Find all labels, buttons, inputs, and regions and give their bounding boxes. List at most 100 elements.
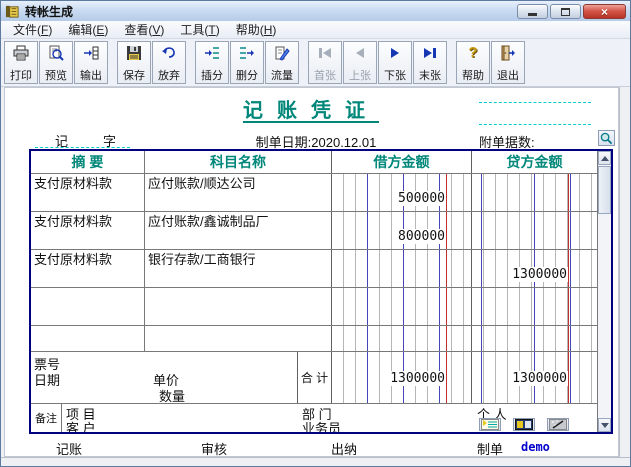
delete-split-button[interactable]: 删分: [230, 41, 264, 84]
cell-credit[interactable]: [471, 212, 597, 249]
cell-account[interactable]: 银行存款/工商银行: [144, 250, 331, 287]
first-icon: [319, 44, 331, 61]
save-button[interactable]: 保存: [117, 41, 151, 84]
last-voucher-button[interactable]: 末张: [413, 41, 447, 84]
signature-row: 记账 审核 出纳 制单 demo: [29, 439, 613, 455]
cell-account[interactable]: 应付账款/顺达公司: [144, 174, 331, 211]
salesperson-label[interactable]: 业务员: [302, 418, 341, 432]
next-icon: [391, 44, 399, 61]
total-debit-cell: 1300000: [331, 352, 471, 403]
wand-tool-button[interactable]: [547, 418, 569, 431]
cell-credit[interactable]: [471, 288, 597, 325]
remarks-body: 项 目 客 户 部 门 业务员 个 人: [61, 404, 597, 432]
print-button[interactable]: 打印: [4, 41, 38, 84]
card-icon: [515, 419, 533, 430]
export-button[interactable]: 输出: [74, 41, 108, 84]
undo-button[interactable]: 放弃: [152, 41, 186, 84]
voucher-table-content: 摘 要 科目名称 借方金额 贷方金额 支付原材料款 应付账款/顺达公司 5000…: [31, 151, 597, 432]
voucher-area: 记账凭证 记 字 制单日期:2020.12.01 附单据数: 摘 要 科目名称 …: [1, 87, 631, 467]
cell-account[interactable]: 应付账款/鑫诚制品厂: [144, 212, 331, 249]
exit-button[interactable]: 退出: [491, 41, 525, 84]
bottom-frame: [1, 457, 631, 467]
voucher-number-line: [479, 124, 591, 125]
last-icon: [424, 44, 436, 61]
table-row: 支付原材料款 银行存款/工商银行 1300000: [31, 249, 597, 287]
restore-icon: [561, 8, 570, 16]
scroll-down-button[interactable]: [598, 418, 611, 432]
menu-file[interactable]: 文件(F): [5, 20, 60, 39]
table-row: [31, 325, 597, 351]
cell-summary[interactable]: [31, 326, 144, 351]
menu-view[interactable]: 查看(V): [116, 20, 172, 39]
notes-icon: [481, 419, 499, 430]
cell-debit[interactable]: [331, 250, 471, 287]
help-button[interactable]: ? 帮助: [456, 41, 490, 84]
table-row: 支付原材料款 应付账款/鑫诚制品厂 800000: [31, 211, 597, 249]
cell-account[interactable]: [144, 288, 331, 325]
first-voucher-button[interactable]: 首张: [308, 41, 342, 84]
insert-split-button[interactable]: 插分: [195, 41, 229, 84]
flow-icon: [274, 44, 290, 61]
help-icon: ?: [468, 44, 477, 61]
export-icon: [83, 44, 99, 61]
preview-button[interactable]: 预览: [39, 41, 73, 84]
lookup-button[interactable]: [598, 130, 615, 146]
total-row: 票号 日期 单价 数量 合 计 1300000 1300000: [31, 351, 597, 403]
cell-credit[interactable]: 1300000: [471, 250, 597, 287]
menubar: 文件(F) 编辑(E) 查看(V) 工具(T) 帮助(H): [1, 21, 630, 39]
scrollbar-track[interactable]: [598, 214, 611, 418]
minimize-button[interactable]: [517, 4, 548, 19]
menu-tools[interactable]: 工具(T): [172, 20, 227, 39]
cashier-label: 出纳: [331, 439, 357, 458]
audit-label: 审核: [201, 439, 227, 458]
card-tool-button[interactable]: [513, 418, 535, 431]
print-icon: [13, 44, 29, 61]
scroll-up-button[interactable]: [598, 151, 611, 165]
arrow-up-icon: [601, 156, 609, 161]
voucher-word-field[interactable]: 记 字: [35, 131, 130, 148]
cell-credit[interactable]: [471, 326, 597, 351]
restore-button[interactable]: [550, 4, 581, 19]
cell-summary[interactable]: [31, 288, 144, 325]
scrollbar-thumb[interactable]: [598, 166, 611, 214]
total-label: 合 计: [297, 352, 331, 403]
cell-debit[interactable]: [331, 288, 471, 325]
cell-debit[interactable]: 500000: [331, 174, 471, 211]
header-credit: 贷方金额: [471, 151, 597, 173]
cell-summary[interactable]: 支付原材料款: [31, 250, 144, 287]
prev-icon: [356, 44, 364, 61]
cell-summary[interactable]: 支付原材料款: [31, 174, 144, 211]
preparer-value: demo: [521, 440, 550, 454]
header-account: 科目名称: [144, 151, 331, 173]
arrow-down-icon: [601, 423, 609, 428]
save-icon: [126, 44, 142, 61]
preparer-label: 制单: [477, 439, 503, 458]
prev-voucher-button[interactable]: 上张: [343, 41, 377, 84]
voucher-title: 记账凭证: [121, 94, 501, 123]
table-header-row: 摘 要 科目名称 借方金额 贷方金额: [31, 151, 597, 173]
ledger-book-icon: [5, 4, 20, 19]
close-icon: ×: [601, 6, 608, 18]
flow-button[interactable]: 流量: [265, 41, 299, 84]
customer-label[interactable]: 客 户: [66, 418, 96, 432]
notes-tool-button[interactable]: [479, 418, 501, 431]
delete-split-icon: [239, 44, 255, 61]
app-window: 转帐生成 × 文件(F) 编辑(E) 查看(V) 工具(T) 帮助(H) 打印 …: [0, 0, 631, 467]
cell-credit[interactable]: [471, 174, 597, 211]
cell-debit[interactable]: 800000: [331, 212, 471, 249]
cell-debit[interactable]: [331, 326, 471, 351]
wand-icon: [549, 419, 567, 430]
total-credit-cell: 1300000: [471, 352, 597, 403]
close-button[interactable]: ×: [583, 4, 626, 19]
voucher-number-line: [479, 102, 591, 103]
cell-account[interactable]: [144, 326, 331, 351]
remarks-tools: [479, 418, 569, 431]
ticket-info-cell: 票号 日期 单价 数量: [31, 352, 297, 403]
menu-help[interactable]: 帮助(H): [228, 20, 285, 39]
header-debit: 借方金额: [331, 151, 471, 173]
next-voucher-button[interactable]: 下张: [378, 41, 412, 84]
cell-summary[interactable]: 支付原材料款: [31, 212, 144, 249]
voucher-table: 摘 要 科目名称 借方金额 贷方金额 支付原材料款 应付账款/顺达公司 5000…: [29, 149, 613, 434]
remarks-row: 备注 项 目 客 户 部 门 业务员 个 人: [31, 403, 597, 432]
menu-edit[interactable]: 编辑(E): [60, 20, 116, 39]
